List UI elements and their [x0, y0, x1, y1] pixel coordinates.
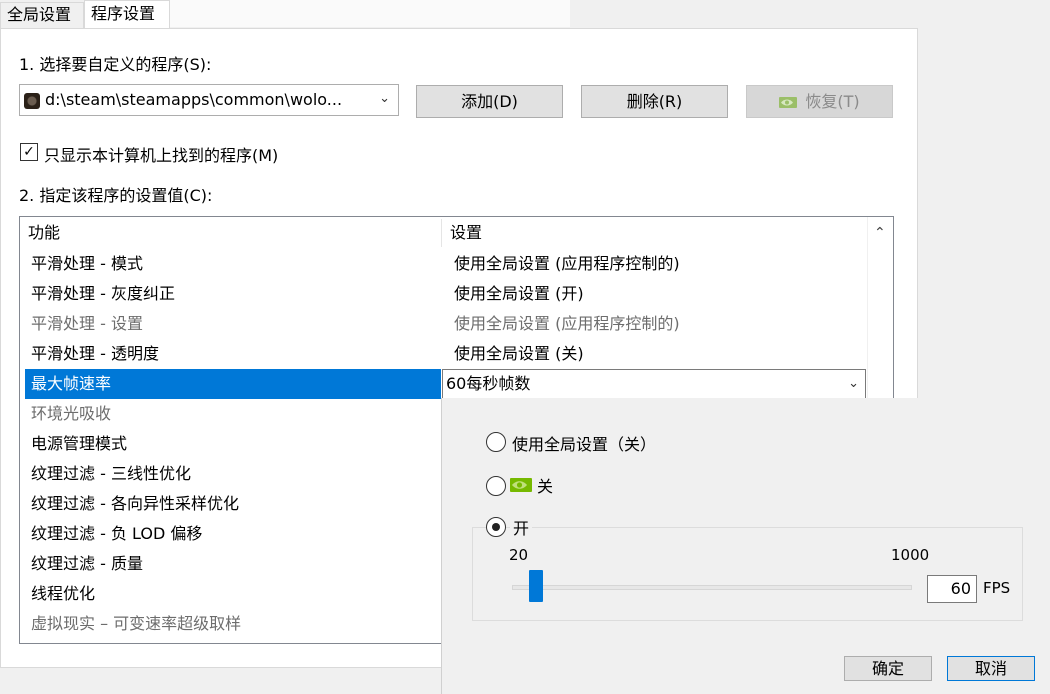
restore-button-label: 恢复(T) [805, 92, 860, 111]
remove-button[interactable]: 删除(R) [581, 85, 728, 118]
slider-min-label: 20 [509, 546, 529, 564]
table-row[interactable]: 平滑处理 - 透明度 使用全局设置 (关) [25, 339, 867, 369]
show-found-programs-checkbox[interactable]: ✓ [20, 143, 38, 161]
radio-off-label: 关 [537, 477, 554, 496]
feature-name: 平滑处理 - 灰度纠正 [31, 284, 175, 303]
max-frame-rate-popup: 使用全局设置（关） 关 开 20 1000 60 FPS 确定 取消 [441, 398, 1050, 694]
chevron-down-icon[interactable]: ⌄ [848, 369, 859, 399]
show-found-programs-label: 只显示本计算机上找到的程序(M) [44, 146, 279, 165]
feature-setting: 使用全局设置 (关) [454, 344, 584, 363]
cancel-button[interactable]: 取消 [947, 656, 1035, 681]
feature-setting: 使用全局设置 (应用程序控制的) [454, 314, 680, 333]
tab-strip: 全局设置 程序设置 [0, 0, 1050, 29]
tab-global-settings[interactable]: 全局设置 [0, 2, 84, 29]
program-dropdown[interactable]: d:\steam\steamapps\common\wolo... ⌄ [19, 84, 399, 116]
table-row[interactable]: 平滑处理 - 灰度纠正 使用全局设置 (开) [25, 279, 867, 309]
tab-program-settings[interactable]: 程序设置 [84, 0, 170, 29]
radio-on-label: 开 [510, 515, 533, 539]
feature-name: 最大帧速率 [31, 374, 112, 393]
program-settings-label: 2. 指定该程序的设置值(C): [19, 186, 213, 205]
frame-rate-slider-thumb[interactable] [529, 570, 543, 602]
add-button[interactable]: 添加(D) [416, 85, 563, 118]
radio-on[interactable] [486, 517, 506, 537]
select-program-label: 1. 选择要自定义的程序(S): [19, 55, 212, 74]
nvidia-logo-icon [510, 478, 532, 492]
table-row-selected[interactable]: 最大帧速率 60每秒帧数 ⌄ [25, 369, 867, 399]
table-row[interactable]: 平滑处理 - 设置 使用全局设置 (应用程序控制的) [25, 309, 867, 339]
feature-name: 平滑处理 - 模式 [31, 254, 143, 273]
program-dropdown-value: d:\steam\steamapps\common\wolo... [45, 90, 343, 109]
app-icon [24, 93, 40, 109]
feature-name: 纹理过滤 - 负 LOD 偏移 [31, 524, 203, 543]
feature-name: 虚拟现实 – 可变速率超级取样 [31, 614, 242, 633]
feature-name: 环境光吸收 [31, 404, 112, 423]
chevron-down-icon: ⌄ [379, 91, 390, 106]
feature-setting: 使用全局设置 (应用程序控制的) [454, 254, 680, 273]
radio-off[interactable] [486, 476, 506, 496]
frame-rate-input[interactable]: 60 [927, 575, 977, 603]
radio-use-global-label: 使用全局设置（关） [512, 435, 657, 454]
setting-dropdown-value: 60每秒帧数 [446, 374, 531, 393]
slider-max-label: 1000 [891, 546, 930, 564]
nvidia-logo-icon [779, 97, 798, 108]
feature-name: 电源管理模式 [31, 434, 128, 453]
ok-button[interactable]: 确定 [844, 656, 932, 681]
frame-rate-group [472, 527, 1023, 621]
feature-name: 纹理过滤 - 质量 [31, 554, 143, 573]
radio-use-global[interactable] [486, 432, 506, 452]
table-row[interactable]: 平滑处理 - 模式 使用全局设置 (应用程序控制的) [25, 249, 867, 279]
column-header-feature[interactable]: 功能 [28, 217, 60, 249]
tab-strip-fill [170, 0, 570, 27]
column-header-setting[interactable]: 设置 [450, 217, 482, 249]
feature-setting: 使用全局设置 (开) [454, 284, 584, 303]
feature-name: 平滑处理 - 透明度 [31, 344, 159, 363]
column-divider [441, 219, 442, 247]
fps-unit-label: FPS [983, 579, 1011, 597]
chevron-up-icon[interactable]: ⌃ [874, 225, 886, 241]
restore-button[interactable]: 恢复(T) [746, 85, 893, 118]
feature-name: 线程优化 [31, 584, 96, 603]
frame-rate-slider-track[interactable] [512, 585, 912, 590]
feature-name: 平滑处理 - 设置 [31, 314, 143, 333]
feature-name: 纹理过滤 - 各向异性采样优化 [31, 494, 239, 513]
feature-name: 纹理过滤 - 三线性优化 [31, 464, 191, 483]
